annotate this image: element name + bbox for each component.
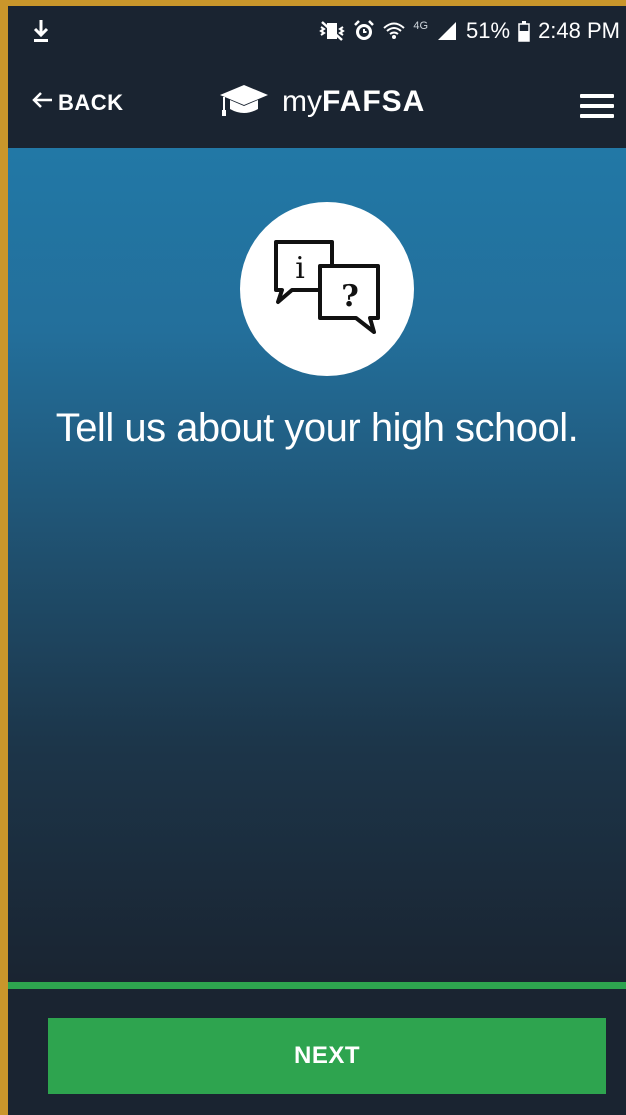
left-arrow-icon [30,90,54,116]
signal-icon [436,20,458,42]
alarm-icon [353,20,375,42]
status-bar: 4G 51% 2:48 PM [8,6,626,56]
logo-text-bold: FAFSA [322,85,426,118]
myfafsa-logo: myFAFSA [218,82,425,122]
back-label: BACK [58,90,124,115]
logo-text-light: my [282,85,322,118]
status-time: 2:48 PM [538,18,620,43]
footer: NEXT [8,989,626,1115]
status-icons: 4G 51% 2:48 PM [319,16,620,46]
question-glyph: ? [341,279,359,314]
info-question-speech-bubbles-icon: i ? [240,202,414,376]
menu-line [580,114,614,118]
next-button[interactable]: NEXT [48,1018,606,1094]
progress-bar [8,982,626,989]
battery-percent: 51% [466,18,511,43]
hero-section: i ? Tell us about your high school. [8,148,626,982]
hamburger-menu-icon[interactable] [580,94,614,118]
battery-icon [518,20,530,42]
menu-line [580,94,614,98]
download-icon [32,18,50,44]
page-title: Tell us about your high school. [55,406,579,450]
vibrate-mute-icon [319,20,346,42]
menu-line [580,104,614,108]
back-button[interactable]: BACK [30,86,124,120]
network-type-label: 4G [413,20,429,32]
info-glyph: i [295,251,305,286]
logo-text: myFAFSA [282,85,425,119]
top-nav-bar: BACK myFAFSA [8,56,626,148]
app-frame: 4G 51% 2:48 PM BACK myFAFSA i ? Tell us … [0,0,626,1115]
graduation-cap-icon [218,83,270,122]
wifi-icon [383,20,405,42]
